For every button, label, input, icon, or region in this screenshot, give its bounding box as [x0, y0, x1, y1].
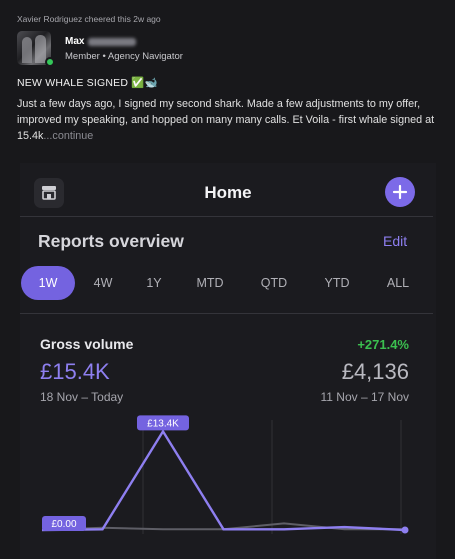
app-title: Home: [204, 183, 252, 202]
chart-min-label: £0.00: [51, 519, 76, 530]
tab-all[interactable]: ALL: [382, 266, 414, 300]
avatar-wrapper: [17, 31, 55, 69]
blurred-last-name: [88, 37, 137, 46]
author-name[interactable]: Max: [65, 35, 183, 48]
gross-volume-label: Gross volume: [40, 336, 134, 352]
tab-4w[interactable]: 4W: [88, 266, 118, 300]
post-body: Just a few days ago, I signed my second …: [17, 96, 442, 144]
plus-icon: [392, 184, 408, 200]
author-meta: Max Member • Agency Navigator: [65, 31, 183, 62]
gross-volume-change: +271.4%: [357, 337, 409, 352]
gross-volume-previous-value: £4,136: [341, 359, 409, 384]
tab-ytd[interactable]: YTD: [320, 266, 354, 300]
add-button[interactable]: [385, 177, 415, 207]
chart-end-point: [401, 526, 409, 534]
gross-volume-previous-period: 11 Nov – 17 Nov: [320, 390, 410, 404]
author-subtitle: Member • Agency Navigator: [65, 51, 183, 62]
tabs-divider: [20, 313, 433, 314]
online-status-dot: [45, 57, 55, 67]
chart-series-0-line: [41, 429, 406, 532]
tab-1y[interactable]: 1Y: [140, 266, 168, 300]
post-author: Max Member • Agency Navigator: [17, 31, 183, 69]
gross-volume-period: 18 Nov – Today: [40, 390, 124, 404]
chart-max-label: £13.4K: [147, 418, 179, 429]
reports-title: Reports overview: [38, 231, 184, 251]
tab-qtd[interactable]: QTD: [257, 266, 291, 300]
app-header: Home: [20, 173, 436, 217]
activity-line: Xavier Rodriguez cheered this 2w ago: [17, 14, 161, 24]
post-title: NEW WHALE SIGNED ✅🐋: [17, 77, 158, 89]
header-divider: [20, 216, 433, 217]
range-tabs: 1W 4W 1Y MTD QTD YTD ALL: [21, 266, 431, 300]
tab-mtd[interactable]: MTD: [191, 266, 229, 300]
edit-button[interactable]: Edit: [383, 233, 407, 249]
author-first-name: Max: [65, 36, 85, 47]
gross-volume-value: £15.4K: [40, 359, 110, 384]
gross-volume-chart: £13.4K £0.00: [41, 415, 409, 534]
continue-link[interactable]: ...continue: [43, 130, 93, 142]
tab-1w[interactable]: 1W: [21, 266, 75, 300]
